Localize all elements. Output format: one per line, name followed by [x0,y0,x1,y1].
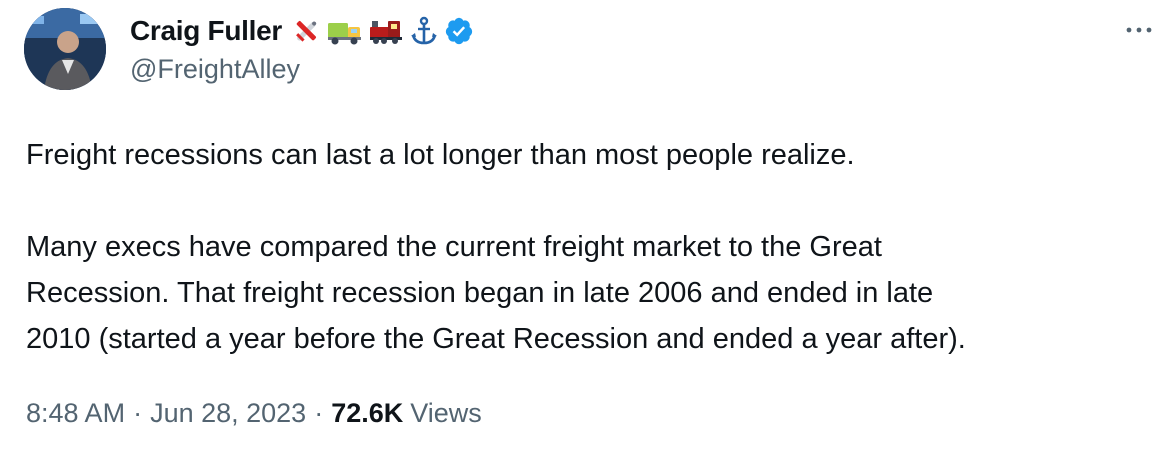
tweet-paragraph-line: 2010 (started a year before the Great Re… [26,323,966,355]
views-count[interactable]: 72.6K [331,398,403,429]
paragraph-spacer [26,178,1156,224]
train-icon [370,21,402,44]
tweet-text: Freight recessions can last a lot longer… [26,132,1156,362]
more-dots-icon [1126,27,1152,33]
airplane-icon [296,21,317,42]
more-options-button[interactable] [1122,18,1156,42]
anchor-icon [411,16,437,45]
tweet-meta: 8:48 AM · Jun 28, 2023 · 72.6K Views [26,398,482,429]
author-name-row: Craig Fuller [130,12,474,50]
tweet-card: Craig Fuller @FreightAlley Freight reces… [0,0,1176,454]
tweet-paragraph-line: Many execs have compared the current fre… [26,231,882,263]
truck-icon [328,23,361,45]
tweet-date[interactable]: Jun 28, 2023 [150,398,306,429]
meta-separator: · [314,398,324,428]
avatar[interactable] [24,8,106,90]
meta-separator: · [133,398,143,428]
author-handle[interactable]: @FreightAlley [130,54,300,85]
verified-badge-icon[interactable] [444,16,474,46]
tweet-paragraph-line: Recession. That freight recession began … [26,277,934,309]
avatar-image [24,8,106,90]
tweet-time[interactable]: 8:48 AM [26,398,125,429]
author-emoji-group [290,15,474,47]
author-display-name[interactable]: Craig Fuller [130,15,282,47]
tweet-paragraph: Freight recessions can last a lot longer… [26,139,855,171]
views-label: Views [410,398,482,428]
